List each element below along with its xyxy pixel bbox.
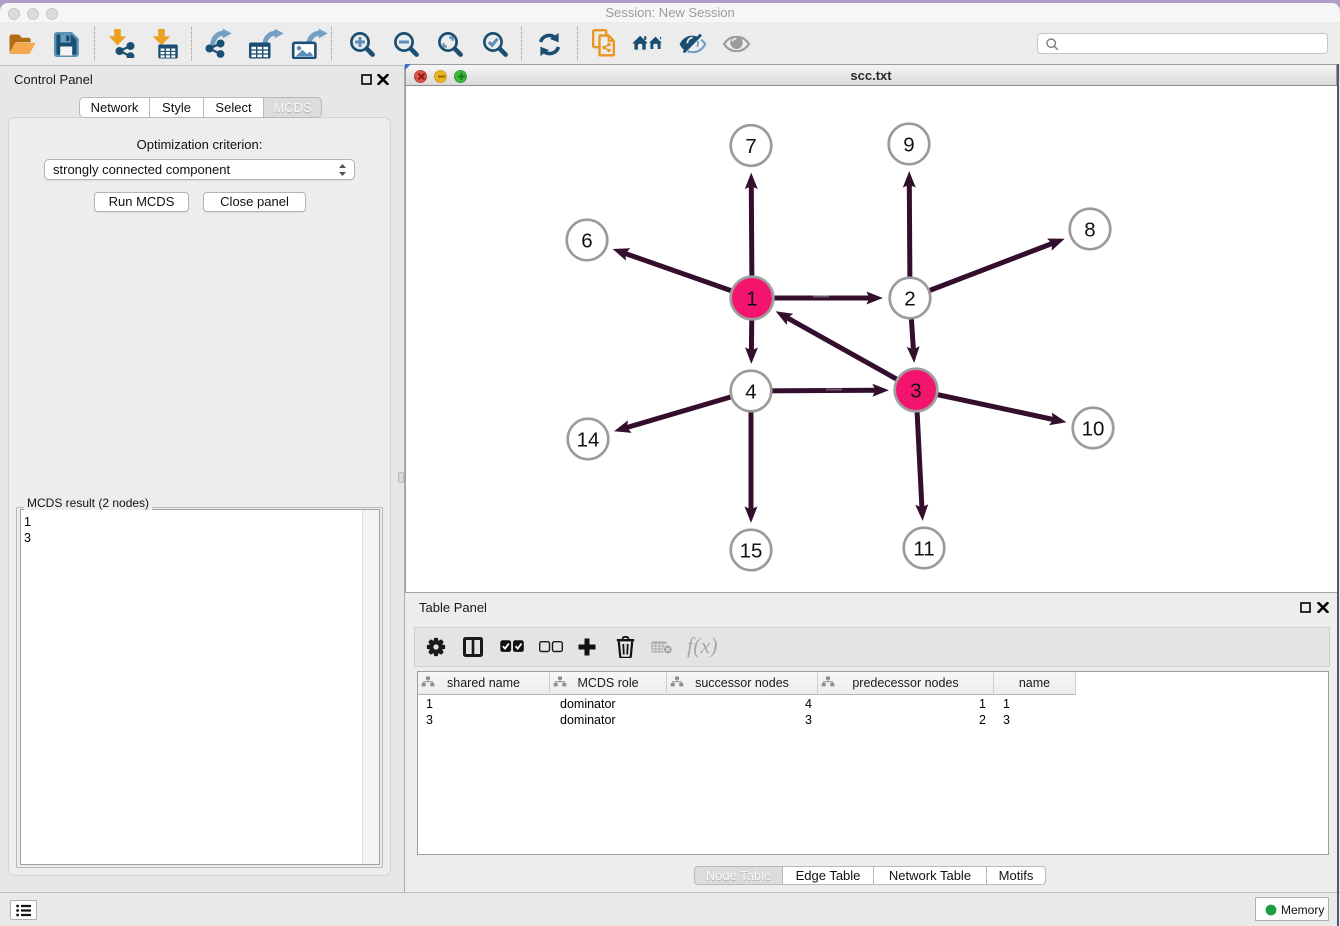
svg-text:14: 14 <box>577 429 600 452</box>
svg-text:1: 1 <box>746 288 757 311</box>
svg-text:15: 15 <box>740 540 763 563</box>
svg-text:3: 3 <box>910 380 921 403</box>
svg-text:11: 11 <box>913 538 934 561</box>
svg-text:7: 7 <box>745 135 756 158</box>
svg-text:8: 8 <box>1084 219 1095 242</box>
svg-text:2: 2 <box>904 288 915 311</box>
svg-text:6: 6 <box>581 230 592 253</box>
svg-text:4: 4 <box>745 381 756 404</box>
svg-text:10: 10 <box>1082 418 1105 441</box>
svg-text:9: 9 <box>903 134 914 157</box>
